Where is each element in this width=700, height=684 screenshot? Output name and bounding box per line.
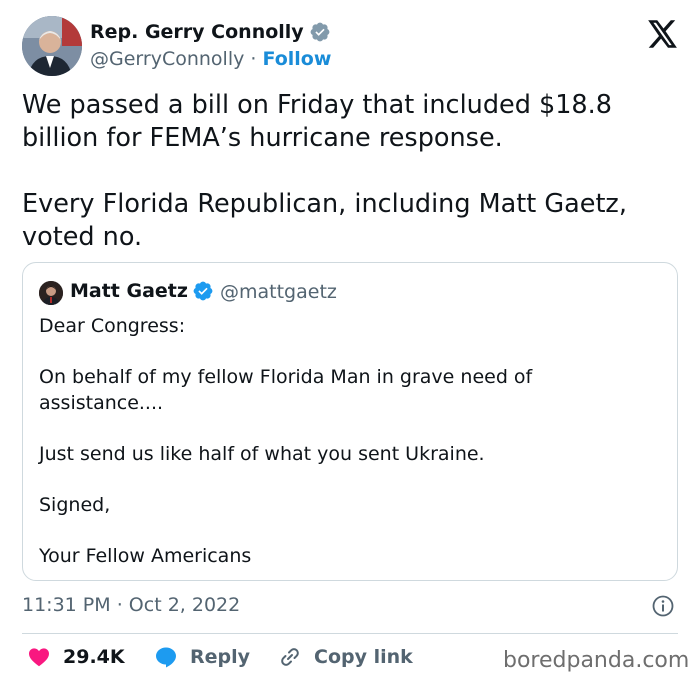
like-count: 29.4K xyxy=(63,646,125,668)
heart-icon xyxy=(29,648,49,667)
author-name[interactable]: Rep. Gerry Connolly xyxy=(90,21,331,43)
author-handle[interactable]: @GerryConnolly xyxy=(90,48,244,70)
author-avatar[interactable] xyxy=(22,16,82,76)
tweet-timestamp[interactable]: 11:31 PM · Oct 2, 2022 xyxy=(22,594,240,616)
timestamp-separator: · xyxy=(116,594,123,616)
copy-link-label: Copy link xyxy=(314,646,413,668)
tweet-text: We passed a bill on Friday that included… xyxy=(22,89,672,254)
quoted-paragraph: On behalf of my fellow Florida Man in gr… xyxy=(39,366,533,414)
author-name-text[interactable]: Rep. Gerry Connolly xyxy=(90,21,304,43)
reply-bubble-icon xyxy=(156,647,176,668)
quoted-author-handle[interactable]: @mattgaetz xyxy=(220,281,337,303)
quoted-avatar[interactable] xyxy=(39,281,63,305)
verified-badge-icon xyxy=(310,22,330,42)
x-logo-icon[interactable] xyxy=(648,20,678,48)
quoted-paragraph: Dear Congress: xyxy=(39,315,186,337)
divider xyxy=(22,633,678,634)
reply-label: Reply xyxy=(190,646,251,668)
tweet-date[interactable]: Oct 2, 2022 xyxy=(129,594,240,616)
quoted-author-name-text[interactable]: Matt Gaetz xyxy=(70,280,188,302)
verified-badge-icon xyxy=(193,281,213,301)
quoted-tweet-text: Dear Congress: On behalf of my fellow Fl… xyxy=(39,314,659,569)
quoted-paragraph: Signed, xyxy=(39,493,111,516)
reply-button[interactable]: Reply xyxy=(154,645,250,669)
quoted-tweet[interactable]: Matt Gaetz @mattgaetz Dear Congress: On … xyxy=(22,262,678,581)
like-button[interactable]: 29.4K xyxy=(27,645,125,669)
tweet-time[interactable]: 11:31 PM xyxy=(22,594,111,616)
copy-link-button[interactable]: Copy link xyxy=(278,645,413,669)
follow-button[interactable]: Follow xyxy=(263,48,332,70)
quoted-author-name[interactable]: Matt Gaetz xyxy=(70,280,214,302)
author-handle-row: @GerryConnolly · Follow xyxy=(90,48,331,70)
handle-separator: · xyxy=(250,48,257,70)
link-icon xyxy=(281,648,299,666)
tweet-paragraph: We passed a bill on Friday that included… xyxy=(22,90,612,153)
watermark: boredpanda.com xyxy=(503,648,690,673)
quoted-paragraph: Your Fellow Americans xyxy=(39,544,252,567)
tweet-paragraph: Every Florida Republican, including Matt… xyxy=(22,189,627,252)
quoted-paragraph: Just send us like half of what you sent … xyxy=(39,442,485,465)
info-icon[interactable] xyxy=(651,594,675,618)
